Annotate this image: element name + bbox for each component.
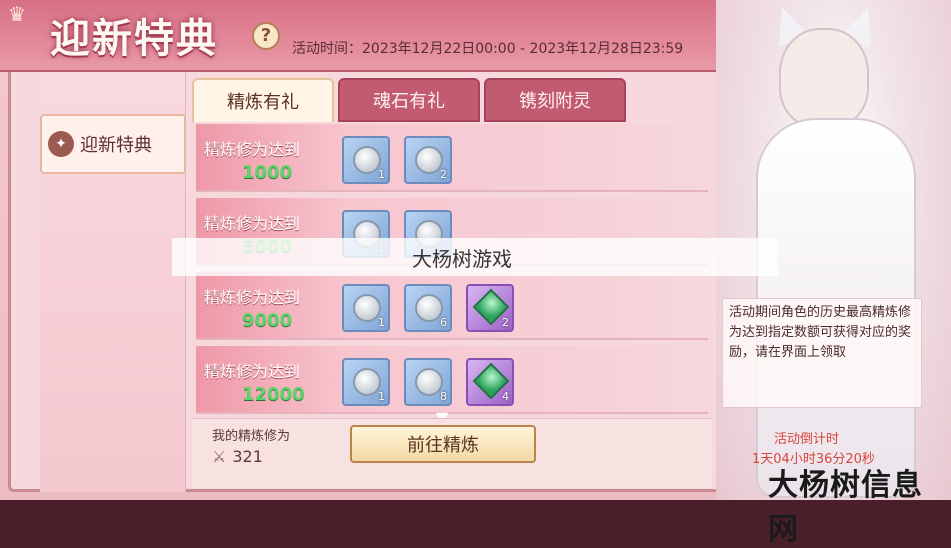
reward-item[interactable]: 6 [404,284,452,332]
requirement-label: 精炼修为达到 [204,288,301,307]
reward-qty: 8 [440,390,447,403]
go-refine-button[interactable]: 前往精炼 [350,425,536,463]
reward-item[interactable]: 4 [466,358,514,406]
silver-stone-icon [415,146,443,174]
reward-qty: 1 [378,390,385,403]
crown-icon: ♛ [8,2,26,26]
sidebar-item-label: 迎新特典 [80,135,152,156]
countdown-title: 活动倒计时 [774,432,840,447]
sidebar-item-welcome[interactable]: ✦ 迎新特典 [40,114,186,174]
tab-soulstone[interactable]: 魂石有礼 [338,78,480,122]
reward-item[interactable]: 2 [404,136,452,184]
page-title: 迎新特典 [50,15,218,62]
game-window: ♛ 迎新特典 ? 活动时间：2023年12月22日00:00 - 2023年12… [0,0,951,547]
requirement-label: 精炼修为达到 [204,140,301,159]
reward-qty: 1 [378,316,385,329]
emblem-icon: ✦ [48,131,74,157]
watermark-banner: 大杨树游戏 [172,238,778,276]
reward-item[interactable]: 1 [342,284,390,332]
requirement-value: 12000 [242,384,305,405]
silver-stone-icon [415,368,443,396]
tab-bar: 精炼有礼 魂石有礼 镌刻附灵 [192,78,712,122]
silver-coin-icon [353,368,381,396]
requirement-label: 精炼修为达到 [204,214,301,233]
reward-qty: 6 [440,316,447,329]
reward-qty: 1 [378,168,385,181]
reward-item[interactable]: 2 [466,284,514,332]
requirement-value: 9000 [242,310,293,331]
event-description: 活动期间角色的历史最高精炼修为达到指定数额可获得对应的奖励，请在界面上领取 [722,298,922,408]
reward-qty: 2 [502,316,509,329]
my-refine-value: ⚔ 321 [212,447,263,466]
sidebar: ✦ 迎新特典 [40,72,186,492]
reward-item[interactable]: 1 [342,136,390,184]
help-button[interactable]: ? [252,22,280,50]
reward-item[interactable]: 1 [342,358,390,406]
silver-coin-icon [353,146,381,174]
event-time: 活动时间：2023年12月22日00:00 - 2023年12月28日23:59 [292,41,684,57]
character-head [779,28,869,128]
brand-watermark: 大杨树信息网 [768,468,923,547]
swords-icon: ⚔ [212,447,227,466]
tab-refine[interactable]: 精炼有礼 [192,78,334,122]
reward-row: 精炼修为达到 1000 1 2 [196,124,708,192]
bottom-bar: 我的精炼修为 ⚔ 321 前往精炼 [192,418,712,488]
tab-engrave[interactable]: 镌刻附灵 [484,78,626,122]
silver-stone-icon [415,294,443,322]
reward-item[interactable]: 8 [404,358,452,406]
reward-row: 精炼修为达到 12000 1 8 4 [196,346,708,414]
reward-row: 精炼修为达到 9000 1 6 2 [196,272,708,340]
silver-coin-icon [353,294,381,322]
my-refine-label: 我的精炼修为 [212,429,291,444]
reward-qty: 2 [440,168,447,181]
requirement-value: 1000 [242,162,293,183]
requirement-label: 精炼修为达到 [204,362,301,381]
reward-qty: 4 [502,390,509,403]
